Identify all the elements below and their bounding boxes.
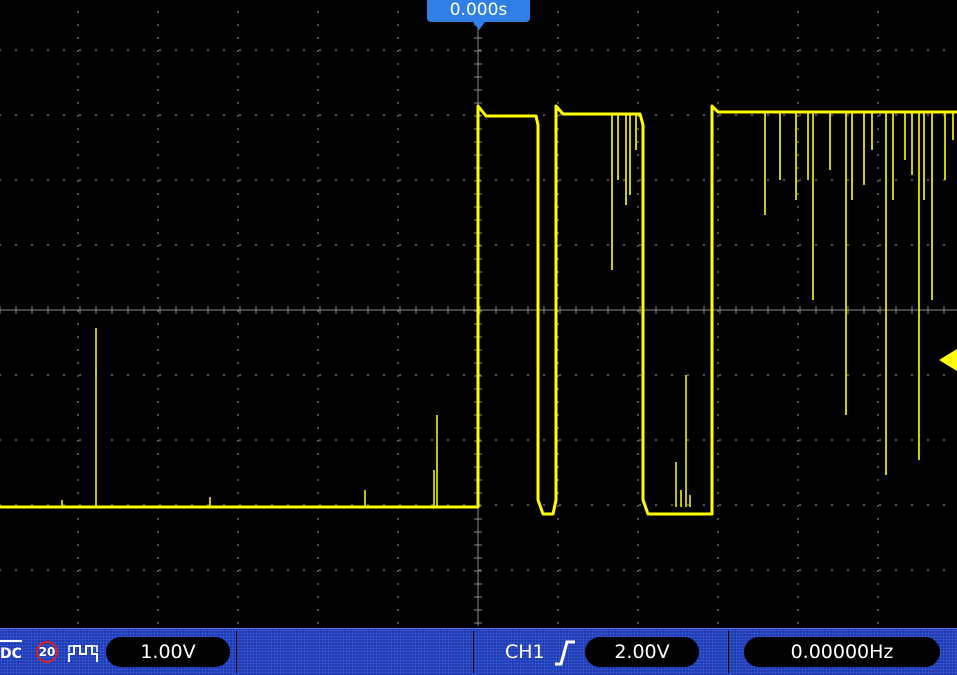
coupling-label[interactable]: DC — [0, 640, 22, 666]
time-offset-value: 0.000s — [449, 0, 508, 20]
frequency-value: 0.00000Hz — [790, 641, 894, 663]
trigger-level-marker-icon[interactable] — [939, 349, 957, 371]
trace-dip — [611, 113, 954, 475]
pulse-icon — [68, 645, 98, 662]
trace-glitch — [675, 375, 691, 507]
rising-edge-icon — [555, 640, 575, 666]
channel-scale-pill[interactable]: 1.00V — [106, 637, 230, 667]
waveform-display[interactable]: 0.000s — [0, 0, 957, 628]
bw-limit-icon[interactable]: 20 — [36, 641, 58, 663]
frequency-pill[interactable]: 0.00000Hz — [744, 637, 940, 667]
trigger-level-pill[interactable]: 2.00V — [585, 637, 699, 667]
time-marker-icon — [473, 22, 485, 30]
divider — [728, 631, 729, 673]
trigger-level-value: 2.00V — [614, 641, 670, 663]
status-bar: DC 20 1.00V CH1 2.00V 0.00000Hz — [0, 628, 957, 675]
channel-scale-value: 1.00V — [140, 641, 196, 663]
channel-1-trace — [0, 104, 957, 516]
trigger-source-label[interactable]: CH1 — [505, 637, 545, 667]
time-offset-marker[interactable]: 0.000s — [427, 0, 530, 22]
trace-glitch — [61, 328, 438, 507]
divider — [473, 631, 474, 673]
bandwidth-limit-value: 20 — [38, 645, 56, 659]
divider — [236, 631, 237, 673]
